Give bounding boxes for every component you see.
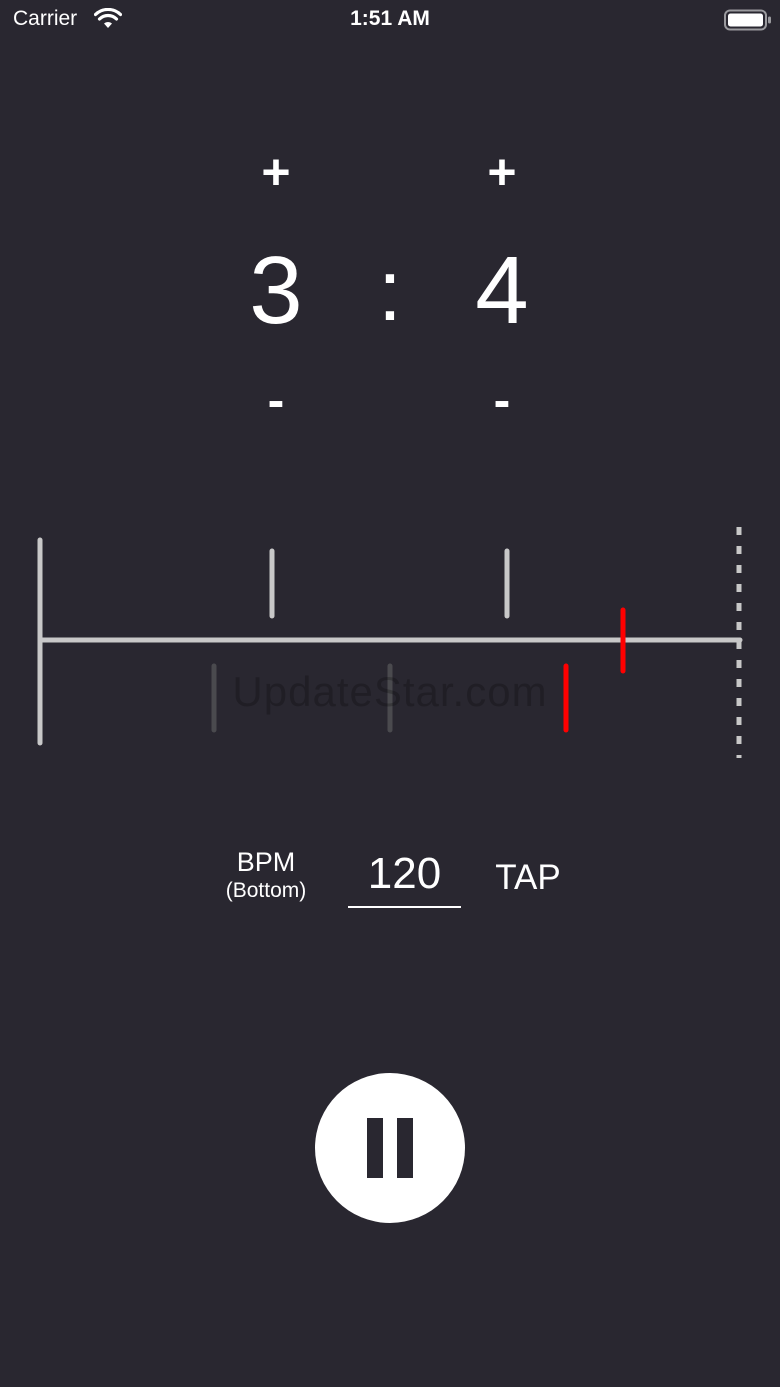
bpm-sublabel: (Bottom) bbox=[225, 879, 307, 902]
tap-button[interactable]: TAP bbox=[486, 856, 570, 900]
bpm-input[interactable] bbox=[348, 842, 461, 908]
ratio-separator: : bbox=[378, 243, 402, 339]
polyrhythm-timeline bbox=[37, 527, 743, 758]
bottom-decrement-button[interactable]: - bbox=[462, 368, 542, 432]
status-bar: Carrier 1:51 AM bbox=[0, 0, 780, 40]
bpm-label: BPM (Bottom) bbox=[206, 846, 326, 904]
top-increment-button[interactable]: + bbox=[236, 140, 316, 204]
status-time: 1:51 AM bbox=[350, 7, 430, 30]
pause-icon bbox=[367, 1118, 413, 1178]
bottom-increment-button[interactable]: + bbox=[462, 140, 542, 204]
watermark: UpdateStar.com bbox=[232, 668, 548, 715]
bpm-title: BPM bbox=[236, 847, 296, 877]
top-ratio-value: 3 bbox=[249, 237, 303, 344]
bottom-ratio-value: 4 bbox=[475, 237, 529, 344]
battery-icon bbox=[724, 9, 771, 31]
top-decrement-button[interactable]: - bbox=[236, 368, 316, 432]
play-pause-button[interactable] bbox=[315, 1073, 465, 1223]
